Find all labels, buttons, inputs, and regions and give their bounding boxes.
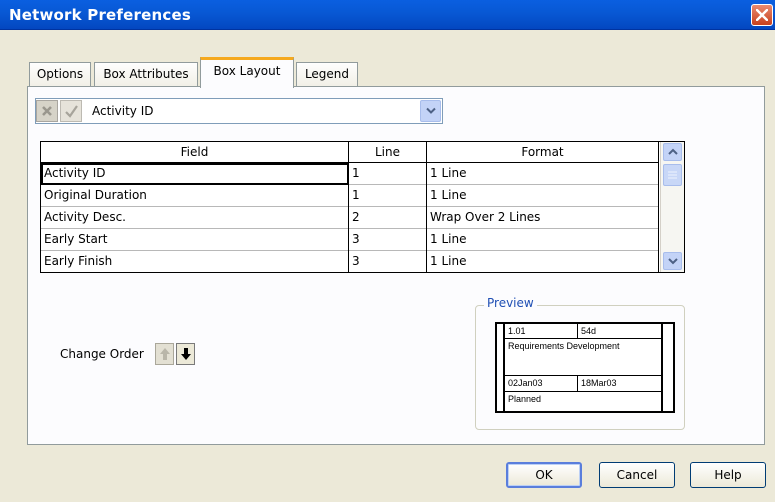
preview-activity-box: 1.01 54d Requirements Development 02Jan0… (495, 322, 675, 413)
close-icon (756, 9, 768, 21)
cell-format[interactable]: 1 Line (427, 229, 659, 251)
tab-box-layout[interactable]: Box Layout (200, 57, 294, 88)
cell-line[interactable]: 1 (349, 185, 427, 207)
cell-line[interactable]: 3 (349, 251, 427, 273)
field-combo[interactable]: Activity ID (35, 98, 443, 124)
arrow-down-icon (180, 348, 191, 360)
preview-description: Requirements Development (508, 341, 620, 351)
column-header-field[interactable]: Field (41, 142, 349, 163)
cell-line[interactable]: 1 (349, 163, 427, 185)
table-row[interactable]: Early Start 3 1 Line (41, 229, 659, 251)
accept-edit-button[interactable] (60, 100, 82, 122)
tab-box-attributes[interactable]: Box Attributes (94, 62, 198, 87)
tab-legend-label: Legend (304, 67, 350, 81)
change-order-label: Change Order (60, 347, 144, 361)
scroll-thumb[interactable] (663, 164, 682, 186)
cell-field[interactable]: Early Start (41, 229, 349, 251)
grid-header: Field Line Format (41, 142, 659, 163)
cancel-edit-button[interactable] (36, 100, 58, 122)
cell-field[interactable]: Early Finish (41, 251, 349, 273)
scroll-up-button[interactable] (663, 143, 682, 161)
cell-format[interactable]: 1 Line (427, 251, 659, 273)
window-title: Network Preferences (9, 6, 191, 24)
table-row[interactable]: Original Duration 1 1 Line (41, 185, 659, 207)
grip-icon (668, 171, 677, 179)
title-bar[interactable]: Network Preferences (0, 0, 775, 30)
preview-label: Preview (484, 296, 537, 310)
field-combo-value: Activity ID (92, 104, 154, 118)
column-header-line[interactable]: Line (349, 142, 427, 163)
preview-activity-id: 1.01 (508, 326, 526, 336)
tab-box-layout-label: Box Layout (213, 64, 281, 78)
cell-field[interactable]: Activity ID (41, 163, 349, 185)
tab-legend[interactable]: Legend (296, 62, 358, 87)
cell-format[interactable]: 1 Line (427, 163, 659, 185)
preview-finish: 18Mar03 (581, 378, 617, 388)
table-row[interactable]: Early Finish 3 1 Line (41, 251, 659, 273)
cell-line[interactable]: 3 (349, 229, 427, 251)
cell-format[interactable]: 1 Line (427, 185, 659, 207)
grid-scrollbar[interactable] (660, 142, 684, 272)
chevron-down-icon (667, 258, 678, 265)
check-icon (65, 105, 78, 118)
scroll-down-button[interactable] (663, 252, 682, 270)
column-header-format[interactable]: Format (427, 142, 659, 163)
network-preferences-dialog: Network Preferences Options Box Attribut… (0, 0, 775, 502)
ok-button[interactable]: OK (506, 462, 582, 488)
chevron-down-icon (425, 107, 436, 114)
tab-options[interactable]: Options (29, 62, 91, 87)
help-button[interactable]: Help (690, 462, 766, 488)
field-combo-dropdown-button[interactable] (420, 100, 441, 122)
field-grid: Field Line Format Activity ID 1 1 Line O… (40, 141, 685, 273)
tab-options-label: Options (36, 67, 84, 81)
preview-status: Planned (508, 394, 542, 404)
move-down-button[interactable] (176, 343, 195, 365)
preview-start: 02Jan03 (508, 378, 543, 388)
preview-duration: 54d (581, 326, 597, 336)
table-row[interactable]: Activity ID 1 1 Line (41, 163, 659, 185)
x-icon (42, 106, 52, 116)
cell-line[interactable]: 2 (349, 207, 427, 229)
chevron-up-icon (667, 148, 678, 155)
cancel-button[interactable]: Cancel (599, 462, 675, 488)
move-up-button[interactable] (155, 343, 174, 365)
tab-box-attributes-label: Box Attributes (103, 67, 189, 81)
cell-format[interactable]: Wrap Over 2 Lines (427, 207, 659, 229)
cell-field[interactable]: Original Duration (41, 185, 349, 207)
table-row[interactable]: Activity Desc. 2 Wrap Over 2 Lines (41, 207, 659, 229)
close-button[interactable] (751, 4, 773, 26)
arrow-up-icon (159, 348, 170, 360)
cell-field[interactable]: Activity Desc. (41, 207, 349, 229)
